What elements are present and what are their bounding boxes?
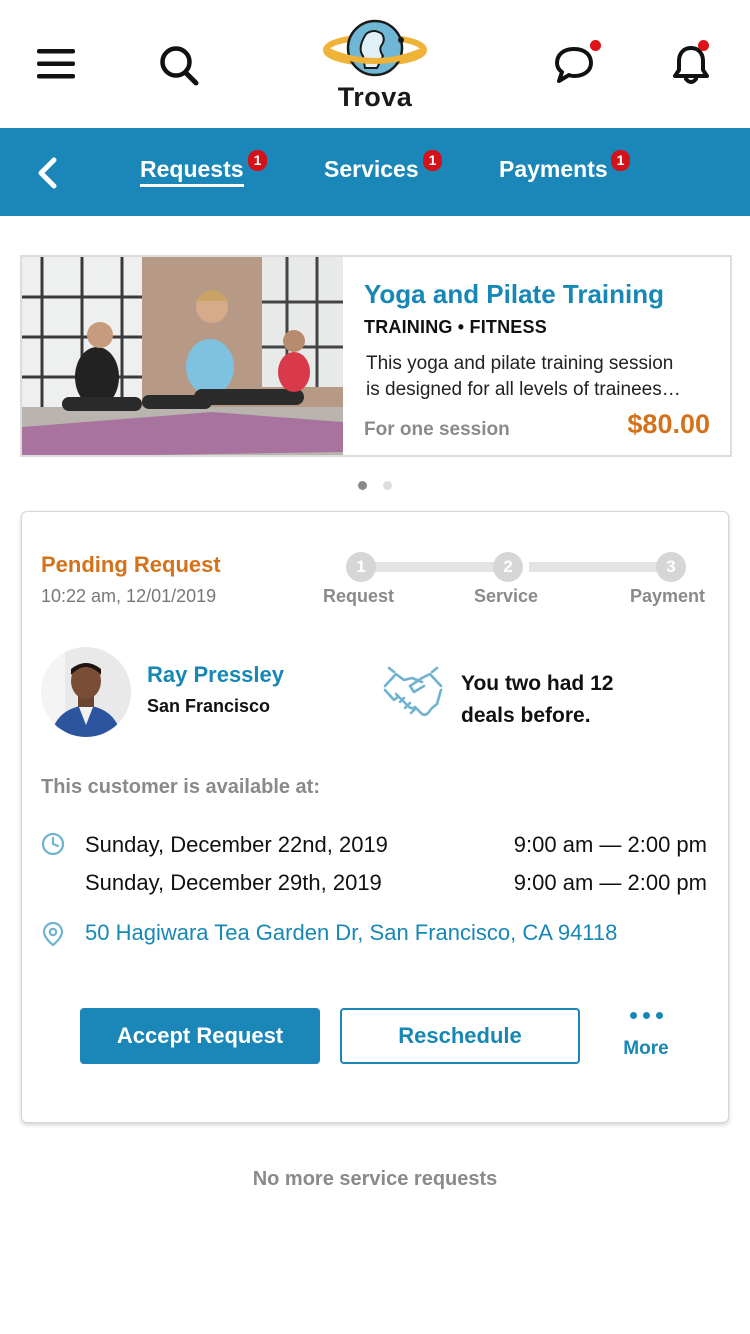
deals-history: You two had 12 deals before. [461,672,614,727]
description-line: is designed for all levels of trainees… [366,379,681,400]
notification-dot [698,40,709,51]
service-title: Yoga and Pilate Training [364,279,665,309]
tab-bar: Requests 1 Services 1 Payments 1 [0,128,750,216]
customer-city: San Francisco [147,696,271,716]
menu-icon[interactable] [37,47,75,86]
step-label: Request [323,586,395,606]
handshake-icon [382,664,444,729]
customer-name[interactable]: Ray Pressley [147,662,284,688]
empty-state-text: No more service requests [252,1168,498,1190]
progress-stepper: 1 2 3 Request Service Payment [317,552,717,612]
step-connector [529,562,669,572]
tab-label: Services [324,156,419,182]
carousel-dot[interactable] [383,481,392,490]
yoga-class-image [22,257,343,455]
more-label: More [623,1038,669,1059]
back-arrow-icon[interactable] [34,156,60,195]
tab-services[interactable]: Services 1 [324,150,442,192]
accept-request-button[interactable]: Accept Request [80,1008,320,1064]
carousel-dot-active[interactable] [358,481,367,490]
brand-name: Trova [337,82,413,112]
step-number: 2 [493,552,523,582]
tab-payments[interactable]: Payments 1 [499,150,630,192]
tab-requests[interactable]: Requests 1 [140,150,267,192]
service-unit: For one session [364,419,510,440]
request-status: Pending Request [41,552,221,577]
bell-icon[interactable] [672,44,710,91]
tab-label: Payments [499,156,608,182]
availability-label: This customer is available at: [41,776,320,798]
availability-date: Sunday, December 22nd, 2019 [85,832,388,857]
tab-badge: 1 [248,150,267,171]
availability-time: 9:00 am — 2:00 pm [513,832,707,857]
chat-unread-dot [590,40,601,51]
description-line: This yoga and pilate training session [366,353,674,374]
search-icon[interactable] [159,45,199,92]
chat-icon[interactable] [554,43,596,90]
address-link[interactable]: 50 Hagiwara Tea Garden Dr, San Francisco… [85,920,617,946]
step-label: Service [474,586,539,606]
step-number: 3 [656,552,686,582]
tab-badge: 1 [611,150,630,171]
carousel-dots [0,481,750,490]
more-button[interactable]: More [616,1012,676,1062]
tab-label: Requests [140,156,244,187]
more-dots-icon [616,1012,676,1030]
request-card: Pending Request 10:22 am, 12/01/2019 1 2… [21,511,729,1123]
step-label: Payment [630,586,706,606]
reschedule-button[interactable]: Reschedule [340,1008,580,1064]
top-app-bar: Trova [0,0,750,128]
step-connector [367,562,507,572]
availability-time: 9:00 am — 2:00 pm [513,870,707,895]
tab-badge: 1 [423,150,442,171]
location-pin-icon [41,921,65,952]
step-number: 1 [346,552,376,582]
availability-date: Sunday, December 29th, 2019 [85,870,382,895]
clock-icon [41,832,65,861]
service-price: $80.00 [627,409,710,439]
service-description: This yoga and pilate training session is… [366,351,716,403]
request-timestamp: 10:22 am, 12/01/2019 [41,586,217,606]
service-card[interactable]: Yoga and Pilate Training TRAINING • FITN… [20,255,732,457]
avatar[interactable] [41,647,131,737]
trova-logo: Trova [322,18,428,112]
service-category: TRAINING • FITNESS [364,317,547,337]
